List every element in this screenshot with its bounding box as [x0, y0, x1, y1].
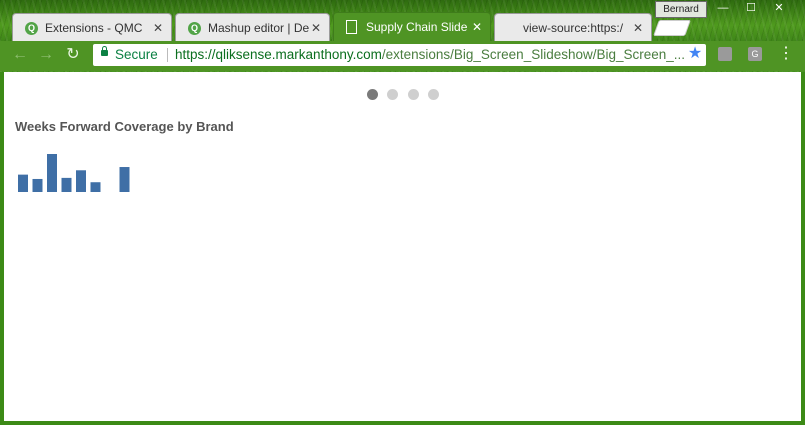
url-path: /extensions/Big_Screen_Slideshow/Big_Scr… [381, 47, 686, 62]
bar-chart [18, 154, 130, 192]
window-frame-right [801, 72, 805, 425]
tab-label: Mashup editor | De [208, 21, 310, 35]
chart-title: Weeks Forward Coverage by Brand [15, 119, 234, 134]
tab-label: view-source:https:/ [523, 21, 624, 35]
slide-dot-3[interactable] [408, 89, 419, 100]
tab-mashup-editor[interactable]: Q Mashup editor | De ✕ [175, 13, 330, 42]
chart-bar[interactable] [47, 154, 57, 192]
profile-button[interactable]: Bernard [655, 1, 707, 18]
slide-dot-2[interactable] [387, 89, 398, 100]
extension-icon[interactable] [718, 47, 732, 61]
forward-arrow-icon[interactable]: → [36, 45, 56, 65]
url-host: https://qliksense.markanthony.com [175, 47, 382, 62]
tab-supply-chain-slideshow[interactable]: Supply Chain Slide ✕ [333, 12, 491, 43]
q-icon: Q [25, 22, 38, 35]
chart-bar[interactable] [119, 167, 130, 192]
tab-extensions-qmc[interactable]: Q Extensions - QMC ✕ [12, 13, 172, 42]
chart-bar[interactable] [32, 178, 43, 192]
address-bar[interactable]: Secure https://qliksense.markanthony.com… [93, 44, 706, 66]
close-icon[interactable]: ✕ [311, 14, 321, 42]
close-icon[interactable]: ✕ [153, 14, 163, 42]
reload-icon[interactable]: ↻ [63, 45, 83, 65]
address-divider [167, 48, 168, 62]
back-arrow-icon[interactable]: ← [10, 45, 30, 65]
more-menu-icon[interactable]: ⋮ [778, 45, 794, 63]
slide-dot-1[interactable] [367, 89, 378, 100]
tab-view-source[interactable]: view-source:https:/ ✕ [494, 13, 652, 42]
g-extension-icon[interactable]: G [748, 47, 762, 61]
url-text: https://qliksense.markanthony.com/extens… [175, 44, 685, 66]
bookmark-star-icon[interactable]: ★ [686, 45, 704, 63]
tab-label: Extensions - QMC [45, 21, 143, 35]
page-content: Weeks Forward Coverage by Brand [4, 72, 801, 421]
secure-label: Secure [115, 47, 158, 62]
new-tab-button[interactable] [653, 20, 691, 36]
close-window-button[interactable]: ✕ [766, 0, 792, 16]
maximize-button[interactable]: ☐ [738, 0, 764, 16]
tab-label: Supply Chain Slide [366, 20, 468, 34]
chart-bar[interactable] [76, 170, 86, 192]
close-icon[interactable]: ✕ [472, 13, 482, 41]
lock-icon [101, 46, 108, 56]
q-icon: Q [188, 22, 201, 35]
chart-bar[interactable] [18, 174, 28, 192]
close-icon[interactable]: ✕ [633, 14, 643, 42]
minimize-button[interactable]: — [710, 0, 736, 16]
chart-bar[interactable] [61, 177, 72, 192]
window-frame-bottom [0, 421, 805, 425]
chart-bar[interactable] [90, 182, 101, 192]
page-icon [346, 20, 357, 34]
slide-dot-4[interactable] [428, 89, 439, 100]
